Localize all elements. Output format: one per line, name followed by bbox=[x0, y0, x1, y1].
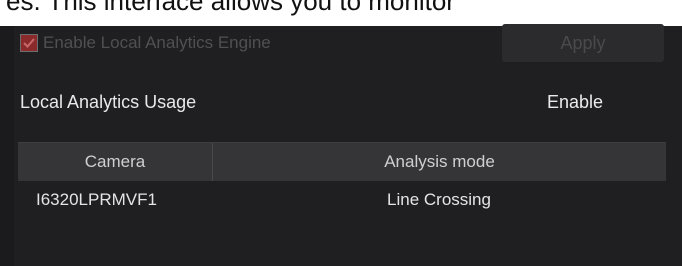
checkmark-icon bbox=[23, 38, 35, 48]
table-header: Camera Analysis mode bbox=[18, 142, 666, 181]
analytics-table: Camera Analysis mode I6320LPRMVF1 Line C… bbox=[18, 142, 666, 219]
apply-button[interactable]: Apply bbox=[502, 24, 664, 62]
document-caption-strip: es. This interface allows you to monitor bbox=[0, 0, 682, 26]
analysis-mode-cell: Line Crossing bbox=[387, 190, 491, 209]
table-row[interactable]: I6320LPRMVF1 Line Crossing bbox=[18, 181, 666, 219]
column-header-analysis-mode[interactable]: Analysis mode bbox=[213, 143, 666, 181]
enable-engine-label: Enable Local Analytics Engine bbox=[43, 33, 271, 52]
enable-engine-row[interactable]: Enable Local Analytics Engine bbox=[20, 32, 271, 54]
column-header-camera[interactable]: Camera bbox=[18, 143, 213, 181]
camera-cell: I6320LPRMVF1 bbox=[36, 190, 157, 209]
document-caption-text: es. This interface allows you to monitor bbox=[6, 0, 455, 16]
local-analytics-usage-label: Local Analytics Usage bbox=[20, 92, 197, 112]
enable-engine-checkbox[interactable] bbox=[20, 34, 38, 52]
local-analytics-usage-value: Enable bbox=[547, 92, 604, 112]
